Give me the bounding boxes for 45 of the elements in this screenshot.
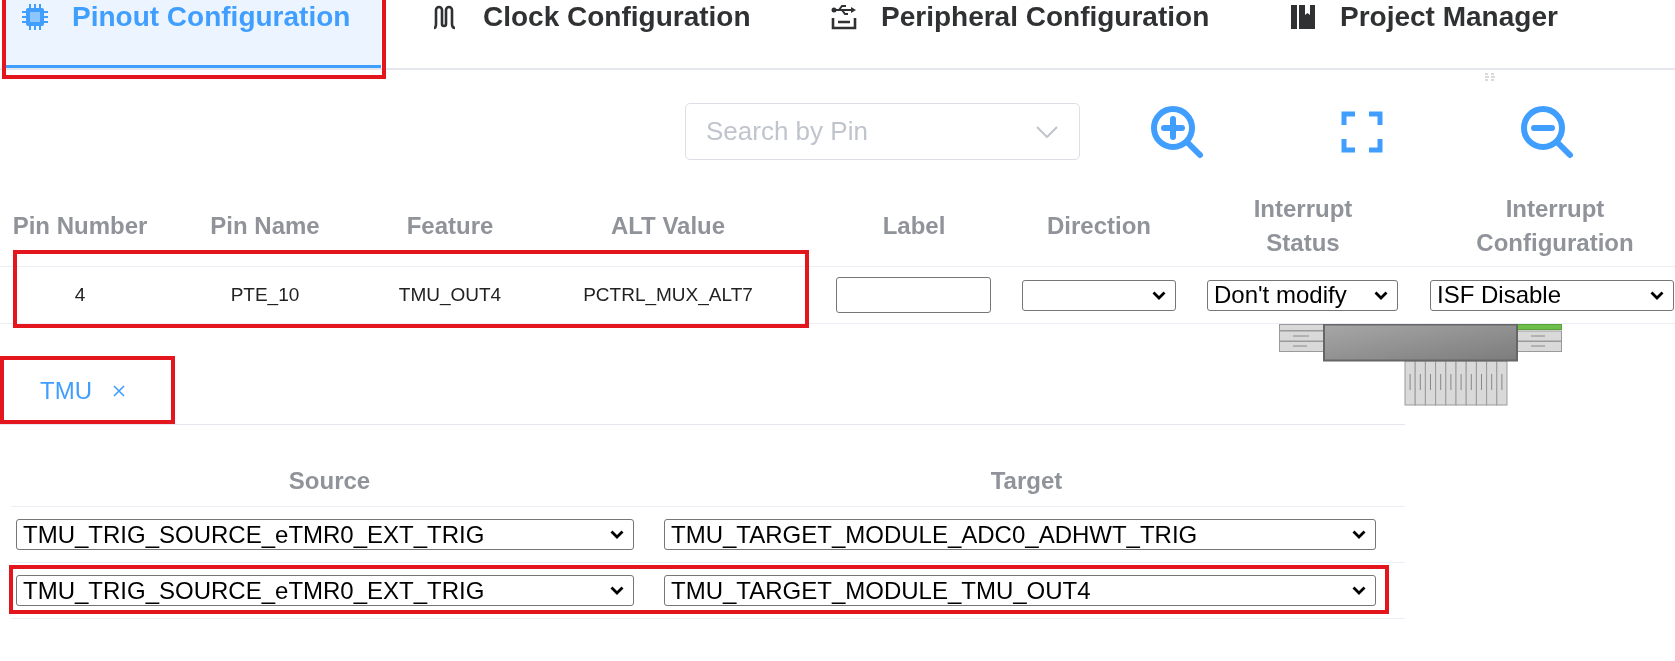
source-select[interactable]: TMU_TRIG_SOURCE_eTMR0_EXT_TRIG <box>16 519 634 550</box>
column-header: Target <box>990 465 1063 496</box>
column-header: Interrupt Status <box>1252 194 1354 258</box>
zoom-out-button[interactable] <box>1518 103 1575 160</box>
label-input[interactable] <box>836 277 991 313</box>
zoom-in-icon <box>1148 103 1205 160</box>
column-header: Interrupt Configuration <box>1475 194 1635 258</box>
fit-screen-button[interactable] <box>1340 110 1383 153</box>
table-cell: PTE_10 <box>230 284 300 306</box>
chevron-down-icon <box>1036 126 1058 138</box>
interrupt-status-select[interactable]: Don't modify <box>1207 279 1398 311</box>
chip-icon <box>22 4 48 30</box>
column-header: Label <box>882 211 946 241</box>
direction-select[interactable] <box>1022 279 1176 311</box>
fullscreen-icon <box>1340 110 1383 153</box>
target-select[interactable]: TMU_TARGET_MODULE_TMU_OUT4 <box>664 575 1376 606</box>
zoom-out-icon <box>1518 103 1575 160</box>
column-header: Source <box>288 465 371 496</box>
nav-tab[interactable]: Peripheral Configuration <box>814 0 1241 68</box>
column-header: Feature <box>406 211 494 241</box>
interrupt-config-select[interactable]: ISF Disable <box>1430 279 1674 311</box>
usb-tray-icon <box>831 4 857 30</box>
table-cell: 4 <box>74 284 86 306</box>
source-select[interactable]: TMU_TRIG_SOURCE_eTMR0_EXT_TRIG <box>16 575 634 606</box>
close-icon[interactable] <box>113 385 125 397</box>
chevron-down-icon <box>1352 530 1366 539</box>
chevron-down-icon <box>1352 586 1366 595</box>
book-icon <box>1290 4 1316 30</box>
nav-tab[interactable]: Project Manager <box>1273 0 1589 68</box>
column-header: Pin Name <box>210 211 320 241</box>
nav-tab[interactable]: Clock Configuration <box>416 0 782 68</box>
table-cell: TMU_OUT4 <box>398 284 502 306</box>
zoom-in-button[interactable] <box>1148 103 1205 160</box>
search-dropdown[interactable]: Search by Pin <box>685 103 1080 160</box>
column-header: Direction <box>1047 211 1151 241</box>
chevron-down-icon <box>1650 290 1664 300</box>
chevron-down-icon <box>610 586 624 595</box>
chevron-down-icon <box>610 530 624 539</box>
chevron-down-icon <box>1374 290 1388 300</box>
column-header: Pin Number <box>12 211 148 241</box>
chevron-down-icon <box>1152 290 1166 300</box>
target-select[interactable]: TMU_TARGET_MODULE_ADC0_ADHWT_TRIG <box>664 519 1376 550</box>
pin-marks-drawing <box>1485 73 1495 82</box>
column-header: ALT Value <box>610 211 726 241</box>
table-cell: PCTRL_MUX_ALT7 <box>583 284 753 306</box>
